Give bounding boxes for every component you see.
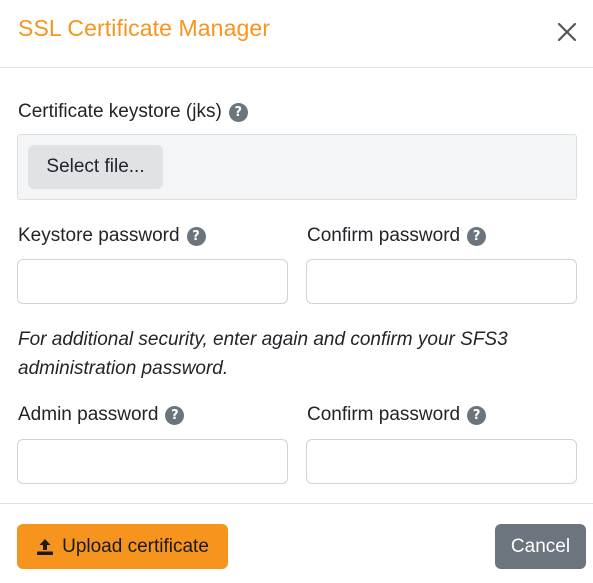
- upload-label: Upload certificate: [62, 535, 209, 557]
- help-icon[interactable]: ?: [186, 226, 206, 246]
- help-icon[interactable]: ?: [467, 226, 487, 246]
- dialog-footer: Upload certificate Cancel: [0, 503, 593, 583]
- ssl-certificate-dialog: SSL Certificate Manager Certificate keys…: [0, 0, 593, 583]
- admin-confirm-label: Confirm password: [307, 404, 461, 425]
- file-drop-area[interactable]: Select file...: [17, 134, 577, 200]
- keystore-password-label-row: Keystore password ?: [18, 225, 206, 247]
- select-file-button[interactable]: Select file...: [28, 145, 163, 189]
- security-note: For additional security, enter again and…: [18, 329, 508, 379]
- admin-confirm-label-row: Confirm password ?: [307, 404, 487, 426]
- close-icon: [557, 22, 577, 42]
- keystore-label: Certificate keystore (jks): [18, 101, 222, 122]
- help-icon[interactable]: ?: [467, 405, 487, 425]
- admin-password-label-row: Admin password ?: [18, 404, 185, 426]
- upload-certificate-button[interactable]: Upload certificate: [17, 524, 228, 569]
- cancel-button[interactable]: Cancel: [495, 524, 586, 569]
- admin-password-label: Admin password: [18, 404, 159, 425]
- admin-confirm-password-input[interactable]: [306, 439, 577, 484]
- keystore-confirm-label-row: Confirm password ?: [307, 225, 487, 247]
- keystore-label-row: Certificate keystore (jks) ?: [18, 101, 248, 123]
- keystore-password-input[interactable]: [17, 259, 288, 304]
- dialog-title: SSL Certificate Manager: [18, 15, 271, 41]
- help-icon[interactable]: ?: [165, 405, 185, 425]
- keystore-confirm-label: Confirm password: [307, 225, 461, 246]
- keystore-confirm-password-input[interactable]: [306, 259, 577, 304]
- dialog-header: SSL Certificate Manager: [0, 0, 593, 68]
- admin-password-input[interactable]: [17, 439, 288, 484]
- keystore-password-label: Keystore password: [18, 225, 180, 246]
- upload-icon: [37, 538, 54, 555]
- help-icon[interactable]: ?: [228, 102, 248, 122]
- close-button[interactable]: [551, 17, 583, 49]
